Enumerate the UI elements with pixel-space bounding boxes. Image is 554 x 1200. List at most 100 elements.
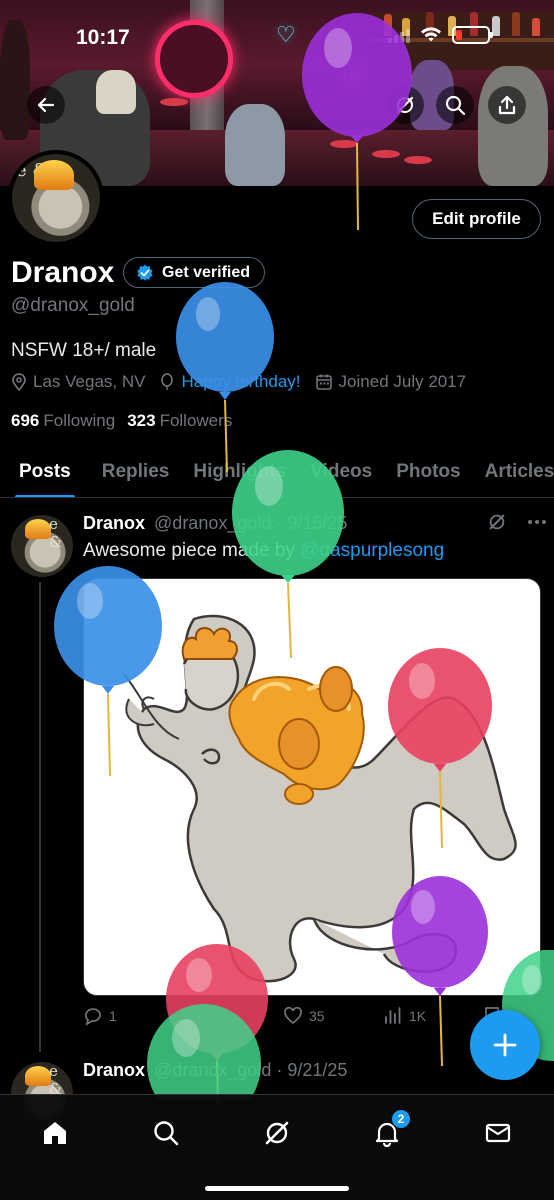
status-icons xyxy=(388,26,493,44)
post-avatar[interactable]: e & xyxy=(11,515,73,577)
views-count: 1K xyxy=(409,1008,427,1024)
avatar-crest xyxy=(25,1066,51,1086)
profile-avatar[interactable]: e & xyxy=(8,150,104,246)
grok-icon xyxy=(265,1121,289,1145)
location-text: Las Vegas, NV xyxy=(33,372,146,391)
banner-bottle xyxy=(532,18,540,36)
wifi-icon xyxy=(421,27,441,42)
tab-posts[interactable]: Posts xyxy=(15,446,75,497)
post2-separator: · xyxy=(271,1060,288,1080)
tab-articles-label: Articles xyxy=(484,461,554,482)
search-icon xyxy=(445,95,466,116)
tab-videos[interactable]: Videos xyxy=(310,446,373,497)
post-mention[interactable]: @daspurplesong xyxy=(300,540,444,561)
compose-post-button[interactable] xyxy=(470,1010,540,1080)
like-button[interactable]: 35 xyxy=(283,1006,383,1026)
tab-articles[interactable]: Articles xyxy=(484,446,554,497)
views-button[interactable]: 1K xyxy=(383,1006,483,1026)
repost-icon xyxy=(184,1008,204,1024)
grok-button[interactable] xyxy=(386,86,424,124)
plus-icon xyxy=(493,1033,517,1057)
tab-highlights-label: Highlights xyxy=(193,461,287,482)
post2-handle[interactable]: @dranox_gold xyxy=(154,1060,271,1080)
nav-search[interactable] xyxy=(141,1113,191,1153)
edit-profile-button[interactable]: Edit profile xyxy=(412,199,541,239)
tab-videos-label: Videos xyxy=(310,461,373,482)
tab-photos-label: Photos xyxy=(396,461,461,482)
share-icon xyxy=(498,95,516,115)
repost-button[interactable] xyxy=(183,1006,283,1026)
home-indicator xyxy=(205,1186,349,1191)
heart-icon xyxy=(284,1006,302,1025)
thread-line xyxy=(39,582,41,1052)
share-button[interactable] xyxy=(488,86,526,124)
followers-link[interactable]: 323 Followers xyxy=(127,411,232,431)
nav-messages[interactable] xyxy=(473,1113,523,1153)
more-options-icon[interactable] xyxy=(527,519,547,525)
post-separator: · xyxy=(271,513,288,533)
banner-neon-sign xyxy=(155,20,233,98)
profile-bio: NSFW 18+/ male xyxy=(11,340,157,361)
reply-count: 1 xyxy=(109,1008,117,1024)
banner-figure xyxy=(0,20,30,140)
following-label: Following xyxy=(43,411,116,430)
get-verified-button[interactable]: Get verified xyxy=(123,257,266,288)
birthday-item: Happy birthday! xyxy=(159,372,301,392)
grok-icon[interactable] xyxy=(487,512,507,532)
post-date[interactable]: 9/15/25 xyxy=(287,513,347,533)
location-item: Las Vegas, NV xyxy=(11,372,145,392)
display-name: Dranox xyxy=(11,256,115,289)
profile-meta: Las Vegas, NV Happy birthday! Joined Jul… xyxy=(11,372,466,392)
tab-replies-label: Replies xyxy=(101,461,170,482)
banner-bottle xyxy=(492,16,500,36)
banner-figure xyxy=(225,104,285,186)
profile-tabs: Posts Replies Highlights Videos Photos A… xyxy=(0,446,554,498)
verified-badge-icon xyxy=(137,264,153,281)
post-author[interactable]: Dranox xyxy=(83,513,145,533)
nav-notifications[interactable]: 2 xyxy=(362,1109,412,1153)
post-body: Awesome piece made by xyxy=(83,540,301,561)
back-button[interactable] xyxy=(27,86,65,124)
tab-highlights[interactable]: Highlights xyxy=(193,446,287,497)
banner-figure xyxy=(478,66,548,186)
nav-grok[interactable] xyxy=(252,1113,302,1153)
banner-stool xyxy=(160,98,188,106)
joined-text: Joined July 2017 xyxy=(338,372,467,391)
post2-author[interactable]: Dranox xyxy=(83,1060,145,1080)
banner-stool xyxy=(372,150,400,158)
views-chart-icon xyxy=(385,1007,401,1024)
post2-date[interactable]: 9/21/25 xyxy=(287,1060,347,1080)
get-verified-label: Get verified xyxy=(162,263,251,281)
banner-figure-head xyxy=(96,70,136,114)
banner-stool xyxy=(404,156,432,164)
nav-home[interactable] xyxy=(30,1113,80,1153)
search-icon xyxy=(154,1121,179,1146)
banner-heart-icon: ♡ xyxy=(342,68,362,93)
post-media-image[interactable] xyxy=(83,578,541,996)
search-profile-button[interactable] xyxy=(436,86,474,124)
joined-item: Joined July 2017 xyxy=(315,372,467,392)
avatar-crest xyxy=(34,160,74,190)
reply-button[interactable]: 1 xyxy=(83,1006,183,1026)
profile-handle: @dranox_gold xyxy=(11,295,135,316)
post-menu xyxy=(487,512,547,532)
following-link[interactable]: 696 Following xyxy=(11,411,115,431)
artwork-illustration xyxy=(123,614,517,983)
avatar-text: e & xyxy=(49,1062,63,1098)
home-icon xyxy=(44,1122,66,1144)
post-actions: 1 35 1K xyxy=(83,1006,503,1026)
followers-count: 323 xyxy=(127,411,156,430)
notifications-badge: 2 xyxy=(391,1109,411,1129)
envelope-icon xyxy=(485,1123,511,1143)
calendar-icon xyxy=(315,374,332,390)
banner-heart-icon: ♡ xyxy=(276,22,296,47)
post-handle[interactable]: @dranox_gold xyxy=(154,513,271,533)
tab-replies[interactable]: Replies xyxy=(101,446,170,497)
birthday-text: Happy birthday! xyxy=(181,372,301,391)
status-time: 10:17 xyxy=(76,26,130,49)
reply-icon xyxy=(85,1008,101,1026)
tab-photos[interactable]: Photos xyxy=(396,446,461,497)
arrow-left-icon xyxy=(37,97,55,113)
balloon-icon xyxy=(161,373,174,390)
active-tab-indicator xyxy=(15,495,75,497)
